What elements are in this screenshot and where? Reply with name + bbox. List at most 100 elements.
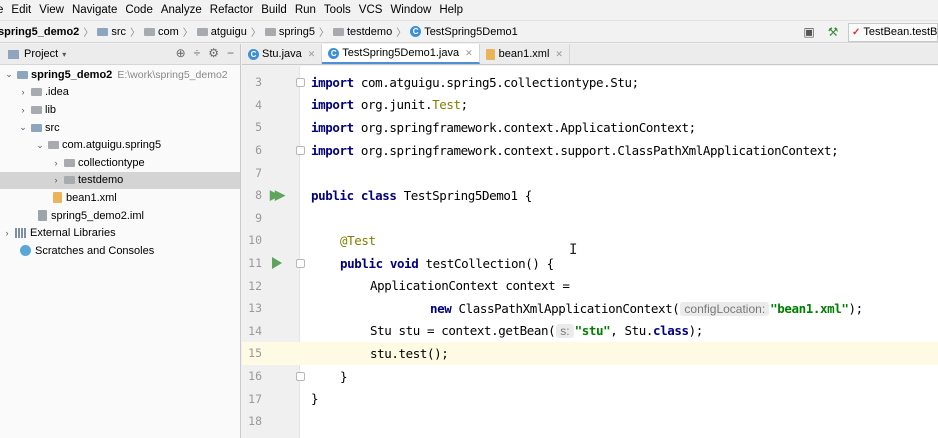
tree-item-label: External Libraries <box>30 227 116 240</box>
tree-item-src[interactable]: ⌄ src <box>0 119 240 137</box>
tree-item-package[interactable]: ⌄ com.atguigu.spring5 <box>0 136 240 154</box>
close-icon[interactable]: ✕ <box>465 48 473 59</box>
hide-icon[interactable]: − <box>227 46 234 60</box>
chevron-right-icon[interactable]: › <box>51 158 61 168</box>
breadcrumb-project[interactable]: spring5_demo2 <box>0 26 79 38</box>
tab-testspring5demo1-java[interactable]: C TestSpring5Demo1.java ✕ <box>322 44 480 64</box>
breadcrumb-com[interactable]: com <box>158 26 179 38</box>
chevron-down-icon[interactable]: ⌄ <box>4 69 14 80</box>
code-text: new ClassPathXmlApplicationContext(confi… <box>430 300 863 316</box>
code-text: import com.atguigu.spring5.collectiontyp… <box>311 74 639 90</box>
tree-item-label: src <box>45 121 60 134</box>
package-icon <box>264 27 276 36</box>
chevron-right-icon[interactable]: › <box>18 105 28 115</box>
module-file-icon <box>38 210 47 222</box>
code-line: 12 ApplicationContext context = <box>242 274 938 297</box>
menu-help[interactable]: Help <box>435 4 467 16</box>
package-icon <box>143 27 155 36</box>
line-number: 9 <box>255 210 262 225</box>
hammer-icon[interactable]: ⚒ <box>824 23 842 41</box>
tree-item-scratches[interactable]: Scratches and Consoles <box>0 242 240 260</box>
breadcrumb-class[interactable]: TestSpring5Demo1 <box>424 26 518 38</box>
run-configuration-label: TestBean.testB <box>863 26 938 38</box>
collapse-icon[interactable]: ÷ <box>194 46 201 60</box>
breadcrumb-testdemo[interactable]: testdemo <box>347 26 392 38</box>
layout-icon[interactable]: ▣ <box>800 23 818 41</box>
line-number: 13 <box>248 301 262 316</box>
locate-icon[interactable]: ⊕ <box>176 46 186 60</box>
fold-marker-icon[interactable] <box>296 145 305 155</box>
tree-item-bean1-xml[interactable]: bean1.xml <box>0 189 240 207</box>
tree-item-iml[interactable]: spring5_demo2.iml <box>0 207 240 225</box>
code-text: stu.test(); <box>370 345 449 361</box>
line-number: 7 <box>255 165 262 180</box>
menu-analyze[interactable]: Analyze <box>157 4 206 16</box>
tree-item-collectiontype[interactable]: › collectiontype <box>0 154 240 172</box>
line-number: 8 <box>255 188 262 203</box>
chevron-down-icon[interactable]: ⌄ <box>18 122 28 133</box>
code-line: 13 new ClassPathXmlApplicationContext(co… <box>242 297 938 320</box>
menu-navigate[interactable]: Navigate <box>68 4 121 16</box>
code-editor[interactable]: 3 import com.atguigu.spring5.collectiont… <box>242 66 938 438</box>
tree-item-lib[interactable]: › lib <box>0 101 240 119</box>
tree-item-label: Scratches and Consoles <box>35 244 155 257</box>
breadcrumb: spring5_demo2 〉 src 〉 com 〉 atguigu 〉 spring… <box>0 25 518 40</box>
menu-window[interactable]: Window <box>386 4 435 16</box>
tab-label: TestSpring5Demo1.java <box>342 47 460 59</box>
project-panel-title[interactable]: Project <box>24 48 58 60</box>
tree-item-label: spring5_demo2.iml <box>51 209 144 222</box>
tab-stu-java[interactable]: C Stu.java ✕ <box>242 44 323 64</box>
chevron-down-icon[interactable]: ⌄ <box>35 140 45 151</box>
run-test-icon[interactable] <box>272 257 282 270</box>
tree-item-label: bean1.xml <box>66 191 117 204</box>
menu-build[interactable]: Build <box>257 4 291 16</box>
menu-code[interactable]: Code <box>121 4 157 16</box>
code-text: public class TestSpring5Demo1 { <box>311 187 532 203</box>
breadcrumb-atguigu[interactable]: atguigu <box>211 26 247 38</box>
tab-label: Stu.java <box>262 48 302 60</box>
close-icon[interactable]: ✕ <box>308 49 316 60</box>
fold-marker-icon[interactable] <box>296 258 305 268</box>
fold-marker-icon[interactable] <box>296 371 305 381</box>
tree-item-project-root[interactable]: ⌄ spring5_demo2 E:\work\spring5_demo2 <box>0 66 240 84</box>
navigation-bar: spring5_demo2 〉 src 〉 com 〉 atguigu 〉 spring… <box>0 21 938 43</box>
line-number: 18 <box>248 414 262 429</box>
xml-file-icon <box>485 48 495 60</box>
tree-item-idea[interactable]: › .idea <box>0 84 240 102</box>
gear-icon[interactable]: ⚙ <box>208 46 219 60</box>
line-number: 12 <box>248 278 262 293</box>
breadcrumb-spring5[interactable]: spring5 <box>279 26 315 38</box>
tree-item-external-libraries[interactable]: › External Libraries <box>0 224 240 242</box>
code-text: import org.junit.Test; <box>311 97 468 113</box>
code-text: public void testCollection() { <box>340 255 554 271</box>
breadcrumb-src[interactable]: src <box>111 26 126 38</box>
menu-vcs[interactable]: VCS <box>355 4 387 16</box>
chevron-right-icon[interactable]: › <box>18 87 28 97</box>
folder-icon <box>31 105 42 114</box>
run-configuration-select[interactable]: ✓ TestBean.testB <box>848 22 938 42</box>
fold-marker-icon[interactable] <box>296 78 305 87</box>
class-icon: C <box>328 47 340 59</box>
close-icon[interactable]: ✕ <box>555 49 563 60</box>
menu-run[interactable]: Run <box>291 4 320 16</box>
menu-view[interactable]: View <box>35 4 68 16</box>
tree-item-testdemo[interactable]: › testdemo <box>0 171 240 190</box>
menu-bar: e Edit View Navigate Code Analyze Refact… <box>0 0 938 21</box>
code-line: 4 import org.junit.Test; <box>242 94 938 117</box>
package-icon <box>64 176 75 185</box>
menu-edit[interactable]: Edit <box>7 4 35 16</box>
tree-item-label: .idea <box>45 86 69 99</box>
chevron-right-icon[interactable]: › <box>51 175 61 185</box>
tab-bean1-xml[interactable]: bean1.xml ✕ <box>480 44 570 64</box>
chevron-right-icon[interactable]: › <box>2 228 12 238</box>
menu-refactor[interactable]: Refactor <box>206 4 257 16</box>
menu-tools[interactable]: Tools <box>320 4 355 16</box>
chevron-down-icon[interactable]: ▾ <box>62 50 66 59</box>
menu-file[interactable]: e <box>0 4 7 16</box>
code-line: 3 import com.atguigu.spring5.collectiont… <box>242 71 938 94</box>
run-class-icon[interactable]: ▶▶ <box>270 187 285 203</box>
line-number: 15 <box>248 346 262 361</box>
editor-tabs: C Stu.java ✕ C TestSpring5Demo1.java ✕ b… <box>242 44 938 65</box>
class-icon: C <box>248 48 259 60</box>
code-line: 17 } <box>242 387 938 410</box>
